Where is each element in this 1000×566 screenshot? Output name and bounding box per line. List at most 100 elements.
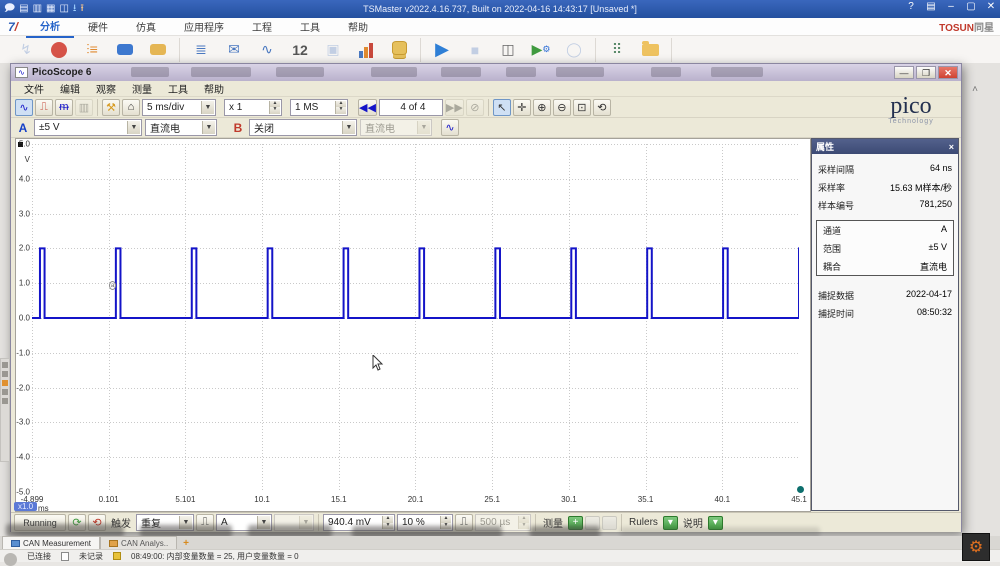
pico-minimize-button[interactable]: —	[894, 66, 914, 79]
properties-close-icon[interactable]: ×	[949, 142, 954, 152]
folder-icon[interactable]	[638, 38, 662, 62]
delete-measurement-button[interactable]	[602, 516, 617, 530]
home-button[interactable]: ⌂	[122, 99, 140, 116]
menu-file[interactable]: 文件	[17, 80, 51, 97]
mapping-icon[interactable]: ⠿	[605, 38, 629, 62]
menu-tools[interactable]: 工具	[161, 80, 195, 97]
layout-button[interactable]: ▤	[924, 1, 938, 12]
notice-bubble-icon[interactable]	[146, 38, 170, 62]
tab-tools[interactable]: 工具	[286, 17, 334, 37]
probe-setup-icon[interactable]: ⚒	[102, 99, 120, 116]
x-axis-tick-label: 30.1	[561, 495, 577, 504]
buffer-previous-icon[interactable]: ◀◀	[358, 99, 377, 116]
run-settings-icon[interactable]: ▶⚙	[529, 38, 553, 62]
tsmaster-corner-logo	[4, 553, 17, 566]
help-button[interactable]: ?	[904, 1, 918, 12]
timebase-select[interactable]: 5 ms/div▼	[142, 99, 216, 116]
y-axis-unit: V	[16, 155, 30, 164]
scope-view-button[interactable]: ∿	[15, 99, 33, 116]
persistence-view-button[interactable]: ⎍	[35, 99, 53, 116]
sample-count-stepper[interactable]: 1 MS▲▼	[290, 99, 348, 116]
pico-close-button[interactable]: ✕	[938, 66, 958, 79]
channel-b-range-select[interactable]: 关闭▼	[249, 119, 357, 136]
picoscope-toolbar: ∿ ⎍ ᵯ ▥ ⚒ ⌂ 5 ms/div▼ x 1▲▼ 1 MS▲▼ ◀◀ 4 …	[11, 97, 961, 118]
left-dock-tab[interactable]	[0, 358, 10, 462]
channel-toolbar: A ±5 V▼ 直流电▼ B 关闭▼ 直流电▼ ∿	[11, 118, 961, 138]
menu-help[interactable]: 帮助	[197, 80, 231, 97]
list-icon[interactable]: ≣	[189, 38, 213, 62]
refresh-icon[interactable]: ◯	[562, 38, 586, 62]
flash-icon[interactable]: ↯	[14, 38, 38, 62]
play-icon[interactable]: ▶	[430, 38, 454, 62]
tab-hardware[interactable]: 硬件	[74, 17, 122, 37]
buffer-end-marker	[797, 486, 804, 493]
zoom-indicator-badge: x1.0	[14, 502, 37, 511]
channel-b-coupling-select[interactable]: 直流电▼	[360, 119, 432, 136]
tab-analysis[interactable]: 分析	[26, 16, 74, 38]
document-tab-bar: CAN Measurement CAN Analys.. +	[0, 536, 1000, 549]
hierarchy-icon[interactable]: ⫶≡	[80, 38, 104, 62]
channel-a-range-select[interactable]: ±5 V▼	[34, 119, 142, 136]
zoom-factor-stepper[interactable]: x 1▲▼	[224, 99, 282, 116]
menu-view[interactable]: 观察	[89, 80, 123, 97]
record-icon[interactable]	[47, 38, 71, 62]
floating-gear-widget[interactable]: ⚙	[962, 533, 990, 561]
select-tool-button[interactable]: ↖	[493, 99, 511, 116]
menu-edit[interactable]: 编辑	[53, 80, 87, 97]
mail-icon[interactable]: ✉	[222, 38, 246, 62]
xy-view-button[interactable]: ▥	[75, 99, 93, 116]
tab-simulation[interactable]: 仿真	[122, 17, 170, 37]
prop-sample-interval: 采样间隔 64 ns	[812, 160, 958, 178]
monitor-icon	[109, 540, 118, 547]
panel-layout-icon[interactable]: ◫	[496, 38, 520, 62]
picoscope-titlebar[interactable]: ∿ PicoScope 6 — ❐ ✕	[11, 64, 961, 81]
graph-icon[interactable]: ∿	[255, 38, 279, 62]
connection-status: 已连接	[23, 551, 55, 562]
x-axis-tick-label: 40.1	[715, 495, 731, 504]
database-icon[interactable]	[387, 38, 411, 62]
prop-channel: 通道 A	[817, 221, 953, 239]
mouse-cursor-icon	[372, 355, 384, 371]
x-axis-tick-label: 35.1	[638, 495, 654, 504]
channel-a-coupling-select[interactable]: 直流电▼	[145, 119, 217, 136]
buffer-stop-icon[interactable]: ⊘	[466, 99, 484, 116]
buffer-next-icon[interactable]: ▶▶	[445, 99, 464, 116]
stop-icon[interactable]: ■	[463, 38, 487, 62]
tab-applications[interactable]: 应用程序	[170, 17, 238, 37]
buffer-position-field[interactable]: 4 of 4	[379, 99, 443, 116]
counter-icon[interactable]: 12	[288, 38, 312, 62]
menu-measure[interactable]: 测量	[125, 80, 159, 97]
tab-can-analysis[interactable]: CAN Analys..	[100, 536, 177, 549]
x-axis-tick-label: 0.101	[99, 495, 119, 504]
undo-zoom-button[interactable]: ⟲	[593, 99, 611, 116]
zoom-window-button[interactable]: ⊡	[573, 99, 591, 116]
add-tab-button[interactable]: +	[183, 538, 189, 549]
close-button[interactable]: ✕	[984, 1, 998, 12]
prop-sample-rate: 采样率 15.63 M样本/秒	[812, 178, 958, 196]
scope-chart-area[interactable]: 5.04.03.02.01.00.0-1.0-2.0-3.0-4.0-5.0-4…	[15, 138, 811, 512]
maximize-button[interactable]: ▢	[964, 1, 978, 12]
pan-tool-button[interactable]: ✛	[513, 99, 531, 116]
bar-chart-icon[interactable]	[354, 38, 378, 62]
zoom-in-button[interactable]: ⊕	[533, 99, 551, 116]
tab-project[interactable]: 工程	[238, 17, 286, 37]
tsmaster-logo-icon: 7/	[0, 20, 26, 34]
y-axis-tick-label: -3.0	[16, 418, 30, 427]
ribbon-tab-row: 7/ 分析 硬件 仿真 应用程序 工程 工具 帮助 TOSUN同星	[0, 18, 1000, 36]
chevron-up-icon[interactable]: ˄	[972, 84, 978, 95]
tab-can-measurement[interactable]: CAN Measurement	[2, 536, 100, 549]
spectrum-view-button[interactable]: ᵯ	[55, 99, 73, 116]
minimize-button[interactable]: –	[944, 1, 958, 12]
message-bubble-icon[interactable]	[113, 38, 137, 62]
y-axis-tick-label: 5.0	[16, 140, 30, 149]
tab-help[interactable]: 帮助	[334, 17, 382, 37]
waveform-plot[interactable]	[32, 144, 799, 492]
signal-generator-button[interactable]: ∿	[441, 119, 459, 136]
zoom-out-button[interactable]: ⊖	[553, 99, 571, 116]
phone-icon[interactable]: ▣	[321, 38, 345, 62]
x-axis-tick-label: 45.1	[791, 495, 807, 504]
window-title: TSMaster v2022.4.16.737, Built on 2022-0…	[0, 4, 1000, 14]
picoscope-window: ∿ PicoScope 6 — ❐ ✕ 文件 编辑 观察 测量 工具 帮助 ∿ …	[10, 63, 962, 532]
pico-restore-button[interactable]: ❐	[916, 66, 936, 79]
notice-icon	[113, 552, 121, 560]
